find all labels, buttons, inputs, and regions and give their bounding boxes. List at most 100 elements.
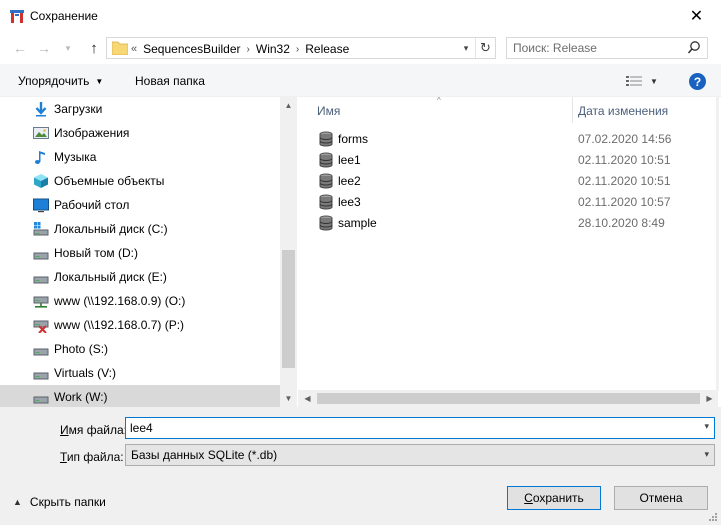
scroll-down-button[interactable]: ▼: [280, 390, 297, 407]
system-drive-icon: [33, 222, 49, 236]
organize-label: Упорядочить: [18, 74, 90, 88]
folder-icon: [112, 41, 128, 55]
filename-label-text: мя файла:: [68, 423, 127, 437]
breadcrumb-item[interactable]: SequencesBuilder: [143, 42, 240, 56]
tree-item-drive-c[interactable]: Локальный диск (C:): [0, 217, 280, 241]
save-label-text: охранить: [532, 491, 584, 505]
file-list-pane: ^ Имя Дата изменения forms 07.02.2020 14…: [298, 96, 721, 407]
database-file-icon: [319, 131, 333, 147]
tree-item-label: www (\\192.168.0.9) (O:): [54, 294, 186, 308]
arrow-right-icon: →: [37, 40, 51, 56]
scrollbar-thumb[interactable]: [282, 250, 295, 368]
tree-item-downloads[interactable]: Загрузки: [0, 97, 280, 121]
scrollbar-thumb[interactable]: [317, 393, 700, 404]
file-list-horizontal-scrollbar[interactable]: ◀ ▶: [298, 390, 718, 407]
tree-item-drive-d[interactable]: Новый том (D:): [0, 241, 280, 265]
scroll-up-button[interactable]: ▲: [280, 97, 297, 114]
tree-item-drive-o[interactable]: www (\\192.168.0.9) (O:): [0, 289, 280, 313]
hide-folders-button[interactable]: ▲ Скрыть папки: [13, 495, 106, 509]
window-title: Сохранение: [30, 9, 98, 23]
column-header-date-modified[interactable]: Дата изменения: [578, 104, 668, 118]
scroll-left-button[interactable]: ◀: [300, 390, 315, 407]
tree-item-label: Локальный диск (E:): [54, 270, 167, 284]
help-button[interactable]: ?: [689, 73, 706, 90]
overflow-chevron-icon[interactable]: «: [131, 43, 137, 55]
change-view-button[interactable]: ▼: [626, 72, 662, 90]
resize-grip-icon[interactable]: [708, 512, 718, 522]
column-header-row: ^ Имя Дата изменения: [298, 96, 718, 123]
tree-item-label: Work (W:): [54, 390, 108, 404]
organize-button[interactable]: Упорядочить ▼: [18, 74, 103, 88]
recent-locations-button[interactable]: ▾: [61, 37, 75, 59]
filetype-label-text: ип файла:: [66, 450, 124, 464]
save-button[interactable]: Сохранить: [507, 486, 601, 510]
arrow-up-icon: ↑: [90, 39, 98, 57]
file-row[interactable]: lee2 02.11.2020 10:51: [298, 170, 698, 191]
tree-item-drive-p[interactable]: www (\\192.168.0.7) (P:): [0, 313, 280, 337]
title-bar: Сохранение ✕: [0, 0, 721, 32]
filename-combobox[interactable]: ▾: [125, 417, 715, 439]
database-file-icon: [319, 173, 333, 189]
breadcrumb-item[interactable]: Win32: [256, 42, 290, 56]
search-input[interactable]: [513, 40, 683, 56]
network-drive-icon: [33, 296, 49, 308]
forward-button[interactable]: →: [33, 37, 55, 59]
back-button[interactable]: ←: [9, 37, 31, 59]
address-bar[interactable]: « SequencesBuilder › Win32 › Release ▾ ↻: [106, 37, 496, 59]
refresh-icon: ↻: [480, 40, 491, 55]
database-file-icon: [319, 152, 333, 168]
search-box[interactable]: [506, 37, 708, 59]
arrow-left-icon: ←: [13, 40, 27, 56]
breadcrumb-separator-icon[interactable]: ›: [296, 44, 299, 55]
caret-down-icon: ▼: [650, 76, 658, 86]
file-date-modified: 02.11.2020 10:51: [578, 153, 671, 167]
tree-item-desktop[interactable]: Рабочий стол: [0, 193, 280, 217]
file-row[interactable]: lee3 02.11.2020 10:57: [298, 191, 698, 212]
tree-item-label: Photo (S:): [54, 342, 109, 356]
search-icon: [687, 41, 700, 54]
help-icon: ?: [693, 74, 702, 89]
column-header-name[interactable]: Имя: [317, 104, 340, 118]
drive-icon: [33, 372, 49, 380]
file-row[interactable]: sample 28.10.2020 8:49: [298, 212, 698, 233]
chevron-down-icon[interactable]: ▾: [704, 421, 709, 432]
navigation-pane: Загрузки Изображения Музыка Объемные объ…: [0, 97, 297, 407]
tree-item-drive-s[interactable]: Photo (S:): [0, 337, 280, 361]
tree-item-music[interactable]: Музыка: [0, 145, 280, 169]
3d-objects-icon: [34, 174, 48, 188]
chevron-up-icon: ▲: [13, 497, 22, 507]
file-date-modified: 02.11.2020 10:57: [578, 195, 671, 209]
address-dropdown-button[interactable]: ▾: [457, 40, 475, 56]
file-name: lee1: [338, 153, 361, 167]
refresh-button[interactable]: ↻: [475, 38, 495, 58]
downloads-icon: [35, 102, 47, 117]
tree-item-drive-e[interactable]: Локальный диск (E:): [0, 265, 280, 289]
up-button[interactable]: ↑: [83, 37, 105, 59]
close-button[interactable]: ✕: [672, 0, 721, 32]
navigation-pane-scrollbar[interactable]: ▲ ▼: [280, 97, 297, 407]
file-name: lee2: [338, 174, 361, 188]
breadcrumb-separator-icon[interactable]: ›: [247, 44, 250, 55]
sort-ascending-icon: ^: [437, 96, 441, 105]
drive-icon: [33, 252, 49, 260]
tree-item-drive-v[interactable]: Virtuals (V:): [0, 361, 280, 385]
file-list-vertical-scrollbar[interactable]: [716, 97, 719, 391]
file-row[interactable]: forms 07.02.2020 14:56: [298, 128, 698, 149]
filename-input[interactable]: [130, 420, 690, 436]
tree-item-drive-w[interactable]: Work (W:): [0, 385, 280, 407]
tree-item-3d-objects[interactable]: Объемные объекты: [0, 169, 280, 193]
tree-item-pictures[interactable]: Изображения: [0, 121, 280, 145]
chevron-down-icon: ▾: [463, 42, 469, 53]
tree-item-label: Загрузки: [54, 102, 103, 116]
tree-item-label: Рабочий стол: [54, 198, 130, 212]
breadcrumb-item[interactable]: Release: [305, 42, 349, 56]
scroll-right-button[interactable]: ▶: [702, 390, 717, 407]
command-toolbar: Упорядочить ▼ Новая папка ▼: [0, 64, 721, 97]
cancel-button[interactable]: Отмена: [614, 486, 708, 510]
new-folder-button[interactable]: Новая папка: [135, 74, 205, 88]
file-row[interactable]: lee1 02.11.2020 10:51: [298, 149, 698, 170]
tree-item-label: Virtuals (V:): [54, 366, 117, 380]
filetype-label: Тип файла:: [60, 450, 124, 464]
filetype-select[interactable]: Базы данных SQLite (*.db) ▾: [125, 444, 715, 466]
column-divider[interactable]: [572, 97, 573, 123]
